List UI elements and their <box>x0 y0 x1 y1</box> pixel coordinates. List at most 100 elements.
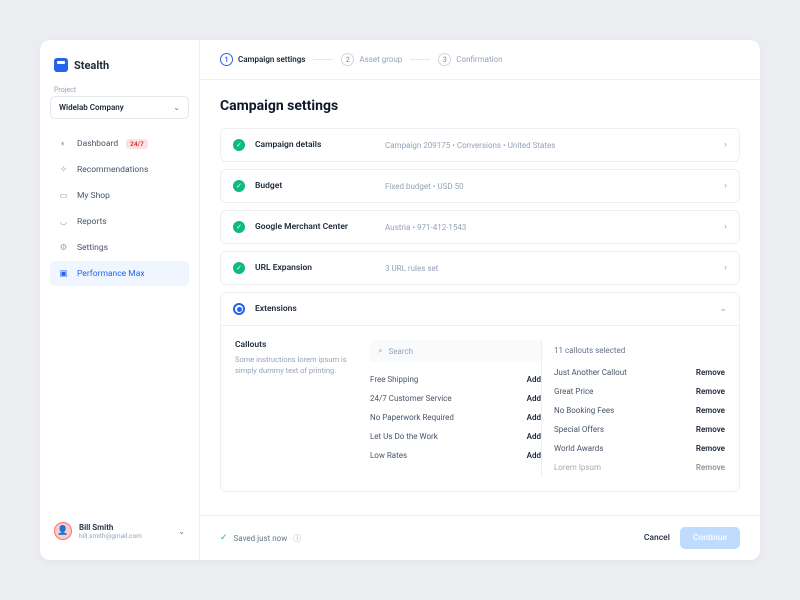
check-icon: ✓ <box>233 221 245 233</box>
card-meta: Fixed budget • USD 50 <box>385 182 724 191</box>
page-title: Campaign settings <box>220 98 740 114</box>
chevron-right-icon: › <box>724 140 727 150</box>
card-title: Campaign details <box>255 140 385 150</box>
sidebar-item-dashboard[interactable]: ◐ Dashboard 24/7 <box>50 131 189 156</box>
sidebar-item-recommendations[interactable]: ✧ Recommendations <box>50 157 189 182</box>
activity-icon: ◡ <box>58 216 69 227</box>
card-extensions: Extensions ⌄ Callouts Some instructions … <box>220 292 740 492</box>
selected-count: 11 callouts selected <box>554 340 725 363</box>
chevron-right-icon: › <box>724 222 727 232</box>
user-menu[interactable]: 👤 Bill Smith bill.smith@gmail.com ⌄ <box>50 516 189 546</box>
remove-button[interactable]: Remove <box>696 444 725 453</box>
step-campaign-settings[interactable]: 1 Campaign settings <box>220 53 305 66</box>
sidebar-item-settings[interactable]: ⚙ Settings <box>50 235 189 260</box>
card-title: Budget <box>255 181 385 191</box>
add-button[interactable]: Add <box>527 451 541 460</box>
check-icon: ✓ <box>220 533 228 543</box>
remove-button[interactable]: Remove <box>696 368 725 377</box>
sidebar-item-reports[interactable]: ◡ Reports <box>50 209 189 234</box>
add-button[interactable]: Add <box>527 432 541 441</box>
main-panel: 1 Campaign settings 2 Asset group 3 Conf… <box>200 40 760 560</box>
card-title: Extensions <box>255 304 385 314</box>
check-icon: ✓ <box>233 139 245 151</box>
callouts-description: Some instructions lorem ipsum is simply … <box>235 355 370 376</box>
add-button[interactable]: Add <box>527 375 541 384</box>
folder-icon: ▭ <box>58 190 69 201</box>
list-item: Just Another CalloutRemove <box>554 363 725 382</box>
project-selector[interactable]: Widelab Company ⌄ <box>50 96 189 119</box>
check-icon: ✓ <box>233 180 245 192</box>
check-icon: ✓ <box>233 262 245 274</box>
step-number: 2 <box>341 53 354 66</box>
list-item: World AwardsRemove <box>554 439 725 458</box>
step-number: 3 <box>438 53 451 66</box>
callouts-columns: ⌕ Free ShippingAdd 24/7 Customer Service… <box>370 340 725 477</box>
footer-actions: Cancel Continue <box>644 527 740 549</box>
callouts-heading: Callouts <box>235 340 370 350</box>
sidebar: Stealth Project Widelab Company ⌄ ◐ Dash… <box>40 40 200 560</box>
briefcase-icon: ▣ <box>58 268 69 279</box>
list-item: Let Us Do the WorkAdd <box>370 427 541 446</box>
sidebar-item-label: Settings <box>77 243 108 253</box>
search-box[interactable]: ⌕ <box>370 340 541 362</box>
user-info: Bill Smith bill.smith@gmail.com <box>79 523 142 540</box>
card-campaign-details: ✓ Campaign details Campaign 209175 • Con… <box>220 128 740 162</box>
card-header[interactable]: ✓ Budget Fixed budget • USD 50 › <box>221 170 739 202</box>
list-item: Free ShippingAdd <box>370 370 541 389</box>
project-name: Widelab Company <box>59 103 124 112</box>
card-title: URL Expansion <box>255 263 385 273</box>
app-window: Stealth Project Widelab Company ⌄ ◐ Dash… <box>40 40 760 560</box>
save-status: ✓ Saved just now ⓘ <box>220 533 301 544</box>
card-header[interactable]: ✓ URL Expansion 3 URL rules set › <box>221 252 739 284</box>
info-icon[interactable]: ⓘ <box>293 533 301 544</box>
add-button[interactable]: Add <box>527 413 541 422</box>
continue-button[interactable]: Continue <box>680 527 740 549</box>
user-email: bill.smith@gmail.com <box>79 532 142 540</box>
remove-button[interactable]: Remove <box>696 406 725 415</box>
search-input[interactable] <box>388 347 533 356</box>
stepper: 1 Campaign settings 2 Asset group 3 Conf… <box>200 40 760 80</box>
gauge-icon: ◐ <box>58 138 69 149</box>
list-item: Special OffersRemove <box>554 420 725 439</box>
step-label: Confirmation <box>456 55 502 64</box>
card-budget: ✓ Budget Fixed budget • USD 50 › <box>220 169 740 203</box>
lightbulb-icon: ✧ <box>58 164 69 175</box>
sidebar-item-shop[interactable]: ▭ My Shop <box>50 183 189 208</box>
remove-button[interactable]: Remove <box>696 463 725 472</box>
callouts-info: Callouts Some instructions lorem ipsum i… <box>235 340 370 477</box>
add-button[interactable]: Add <box>527 394 541 403</box>
card-meta: 3 URL rules set <box>385 264 724 273</box>
list-item: No Paperwork RequiredAdd <box>370 408 541 427</box>
chevron-down-icon: ⌄ <box>173 103 180 112</box>
avatar: 👤 <box>54 522 72 540</box>
search-icon: ⌕ <box>378 346 382 356</box>
card-header[interactable]: Extensions ⌄ <box>221 293 739 325</box>
step-number: 1 <box>220 53 233 66</box>
card-meta: Campaign 209175 • Conversions • United S… <box>385 141 724 150</box>
project-label: Project <box>50 86 189 94</box>
saved-text: Saved just now <box>234 534 288 543</box>
step-divider <box>313 59 333 60</box>
available-callouts: ⌕ Free ShippingAdd 24/7 Customer Service… <box>370 340 541 477</box>
step-confirmation[interactable]: 3 Confirmation <box>438 53 502 66</box>
card-header[interactable]: ✓ Campaign details Campaign 209175 • Con… <box>221 129 739 161</box>
sidebar-item-label: My Shop <box>77 191 110 201</box>
list-item: Great PriceRemove <box>554 382 725 401</box>
remove-button[interactable]: Remove <box>696 425 725 434</box>
card-title: Google Merchant Center <box>255 222 385 232</box>
sidebar-item-label: Reports <box>77 217 107 227</box>
sidebar-nav: ◐ Dashboard 24/7 ✧ Recommendations ▭ My … <box>50 131 189 286</box>
selected-callouts: 11 callouts selected Just Another Callou… <box>541 340 725 477</box>
gear-icon: ⚙ <box>58 242 69 253</box>
card-header[interactable]: ✓ Google Merchant Center Austria • 971-4… <box>221 211 739 243</box>
step-asset-group[interactable]: 2 Asset group <box>341 53 402 66</box>
list-item: Lorem IpsumRemove <box>554 458 725 477</box>
list-item: Low RatesAdd <box>370 446 541 465</box>
sidebar-item-label: Performance Max <box>77 269 145 279</box>
remove-button[interactable]: Remove <box>696 387 725 396</box>
cancel-button[interactable]: Cancel <box>644 533 670 543</box>
sidebar-item-performance-max[interactable]: ▣ Performance Max <box>50 261 189 286</box>
brand-name: Stealth <box>74 59 109 72</box>
content-scroll[interactable]: Campaign settings ✓ Campaign details Cam… <box>200 80 760 515</box>
chevron-down-icon: ⌄ <box>178 527 185 536</box>
